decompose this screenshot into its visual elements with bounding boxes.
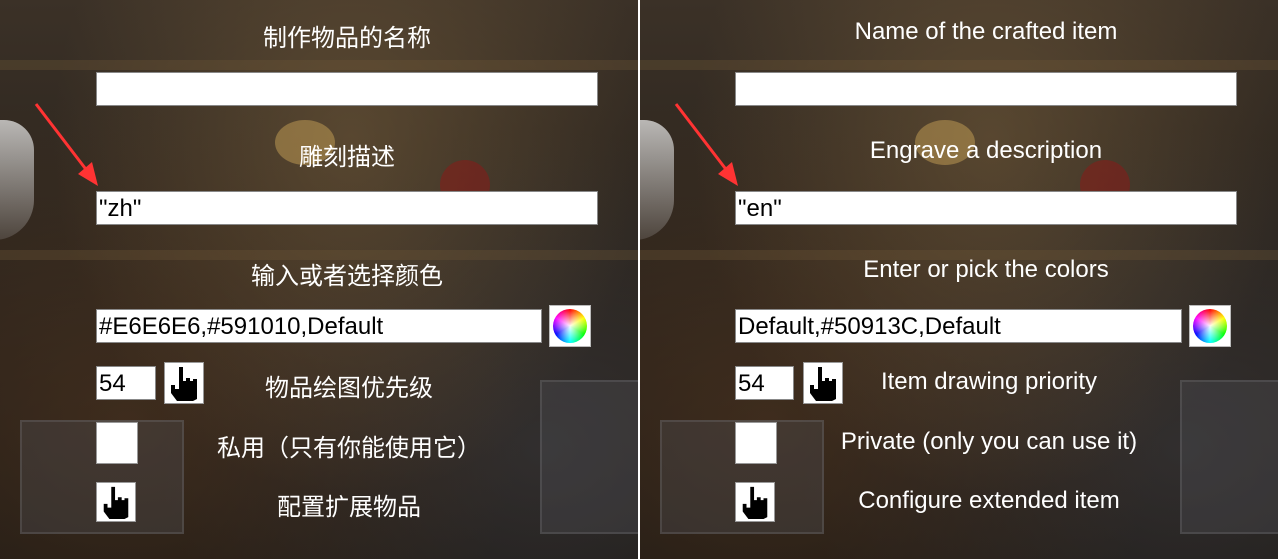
character-hair: [640, 120, 674, 240]
priority-input[interactable]: 54: [96, 366, 156, 400]
engrave-description-input[interactable]: "zh": [96, 191, 598, 225]
red-arrow-icon: [34, 103, 98, 186]
pointing-hand-icon: [810, 367, 836, 401]
background-shelf: [0, 60, 638, 70]
configure-extended-label: Configure extended item: [858, 487, 1120, 514]
color-wheel-icon: [1193, 309, 1227, 343]
private-checkbox[interactable]: [96, 422, 138, 464]
color-picker-button[interactable]: [549, 305, 591, 347]
priority-label: 物品绘图优先级: [265, 375, 433, 402]
pointing-hand-icon: [742, 486, 768, 519]
engrave-description-input[interactable]: "en": [735, 191, 1237, 225]
color-label: Enter or pick the colors: [863, 256, 1109, 283]
character-hair: [0, 120, 34, 240]
private-label: 私用（只有你能使用它）: [217, 435, 481, 462]
configure-extended-button[interactable]: [735, 482, 775, 522]
item-name-input[interactable]: [96, 72, 598, 106]
background-bin: [1180, 380, 1278, 534]
engrave-description-label: 雕刻描述: [299, 144, 395, 171]
color-label: 输入或者选择颜色: [251, 263, 443, 290]
red-arrow-icon: [674, 103, 738, 186]
crafting-panel-en: Name of the crafted item Engrave a descr…: [640, 0, 1278, 559]
pointing-hand-icon: [171, 367, 197, 401]
private-checkbox[interactable]: [735, 422, 777, 464]
color-input[interactable]: Default,#50913C,Default: [735, 309, 1182, 343]
crafting-panel-zh: 制作物品的名称 雕刻描述 "zh" 输入或者选择颜色 #E6E6E6,#5910…: [0, 0, 638, 559]
configure-extended-button[interactable]: [96, 482, 136, 522]
background-shelf: [640, 60, 1278, 70]
item-name-input[interactable]: [735, 72, 1237, 106]
item-name-label: Name of the crafted item: [854, 18, 1118, 45]
priority-label: Item drawing priority: [880, 368, 1098, 395]
item-name-label: 制作物品的名称: [263, 25, 431, 52]
pointing-hand-icon: [103, 486, 129, 519]
engrave-description-label: Engrave a description: [869, 137, 1103, 164]
background-bin: [540, 380, 638, 534]
color-input[interactable]: #E6E6E6,#591010,Default: [96, 309, 542, 343]
priority-hand-button[interactable]: [803, 362, 843, 404]
priority-input[interactable]: 54: [735, 366, 794, 400]
configure-extended-label: 配置扩展物品: [277, 494, 421, 521]
private-label: Private (only you can use it): [840, 428, 1138, 455]
color-wheel-icon: [553, 309, 587, 343]
color-picker-button[interactable]: [1189, 305, 1231, 347]
priority-hand-button[interactable]: [164, 362, 204, 404]
